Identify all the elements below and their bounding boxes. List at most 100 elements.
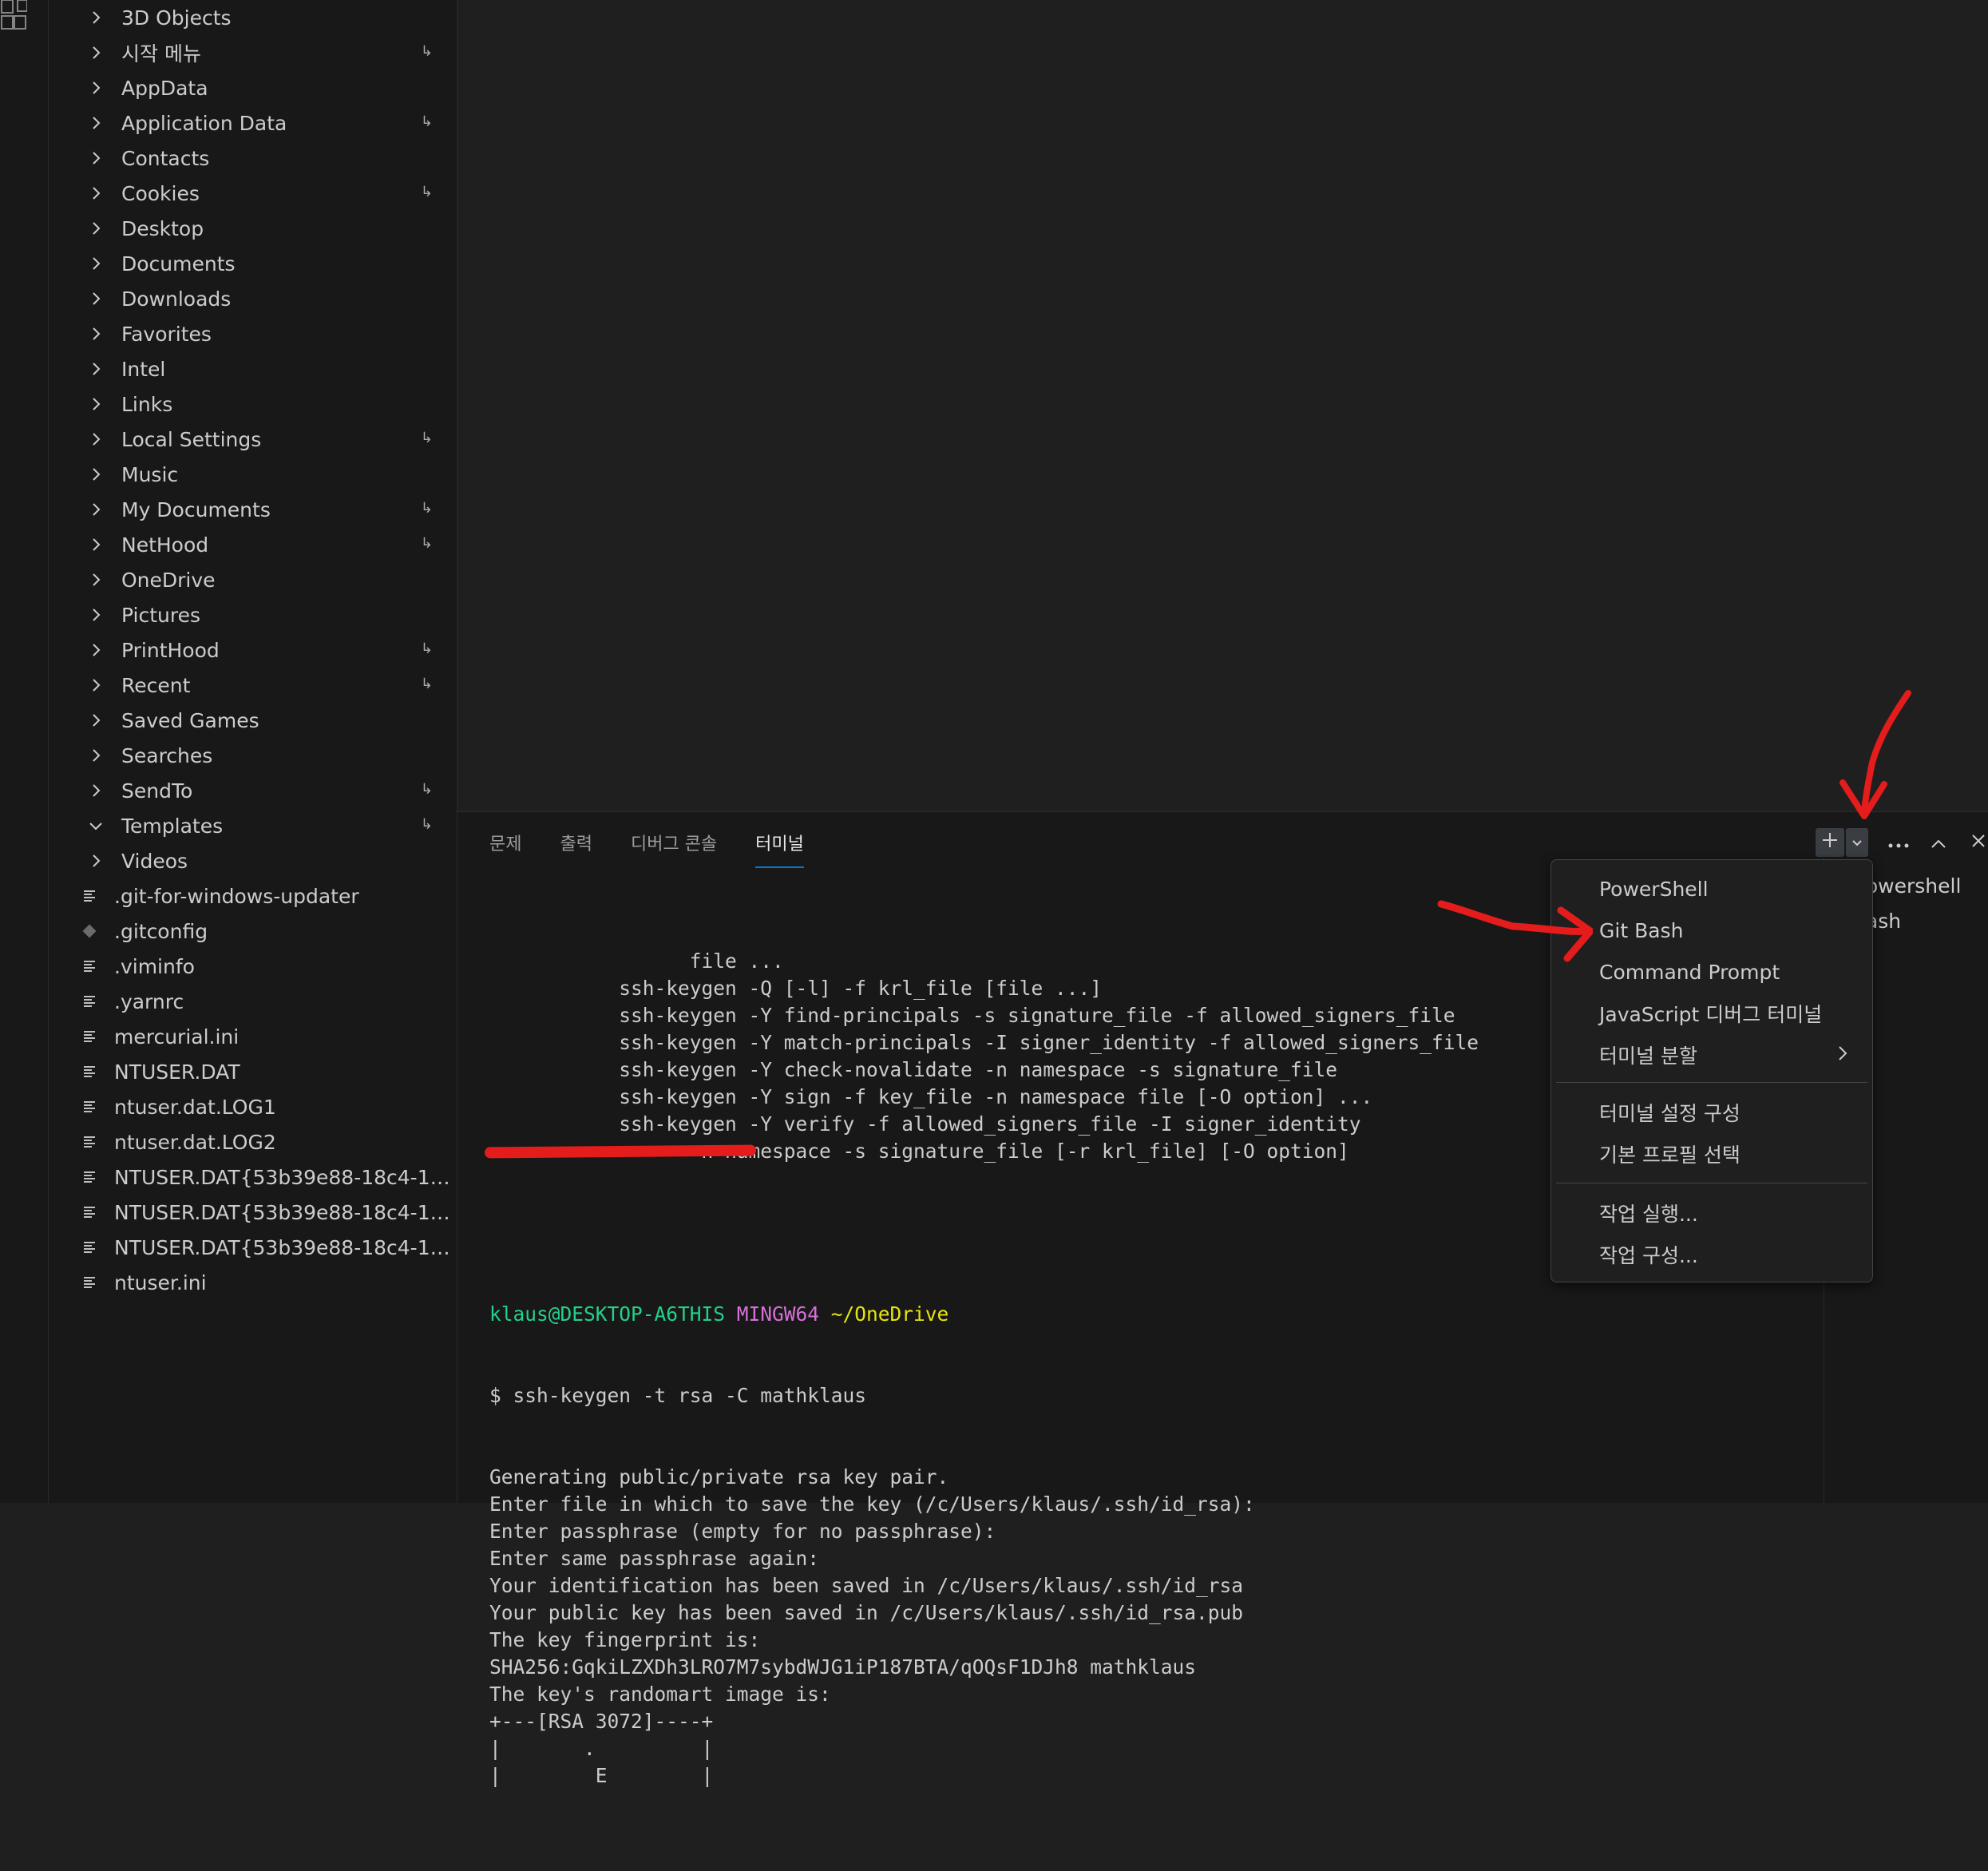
file-label: .yarnrc bbox=[114, 989, 184, 1013]
folder-item[interactable]: Recent ↳ bbox=[49, 668, 457, 703]
menu-item-select-default-profile[interactable]: 기본 프로필 선택 bbox=[1599, 1136, 1848, 1171]
chevron-right-icon bbox=[78, 782, 113, 799]
file-item[interactable]: mercurial.ini bbox=[49, 1019, 457, 1054]
folder-item[interactable]: Templates ↳ bbox=[49, 808, 457, 843]
folder-item[interactable]: Desktop bbox=[49, 211, 457, 246]
terminal-line: The key fingerprint is: bbox=[489, 1628, 761, 1651]
symlink-icon: ↳ bbox=[420, 535, 433, 552]
folder-item[interactable]: Searches bbox=[49, 738, 457, 773]
menu-item-split-terminal[interactable]: 터미널 분할 bbox=[1599, 1037, 1848, 1072]
symlink-icon: ↳ bbox=[420, 43, 433, 60]
terminal-command: $ ssh-keygen -t rsa -C mathklaus bbox=[489, 1384, 867, 1407]
file-item[interactable]: NTUSER.DAT{53b39e88-18c4-11ea-a... bbox=[49, 1230, 457, 1265]
extensions-icon[interactable] bbox=[0, 0, 28, 32]
symlink-icon: ↳ bbox=[420, 816, 433, 833]
folder-item[interactable]: Videos bbox=[49, 843, 457, 878]
folder-label: Cookies bbox=[121, 181, 200, 205]
file-label: mercurial.ini bbox=[114, 1025, 240, 1048]
folder-item[interactable]: Local Settings ↳ bbox=[49, 422, 457, 457]
new-terminal-button[interactable] bbox=[1816, 828, 1844, 857]
panel-tab[interactable]: 출력 bbox=[560, 830, 592, 868]
folder-label: Recent bbox=[121, 673, 191, 697]
file-label: ntuser.dat.LOG1 bbox=[114, 1095, 276, 1119]
more-actions-button[interactable] bbox=[1884, 828, 1913, 857]
folder-item[interactable]: Favorites bbox=[49, 316, 457, 351]
panel-tab[interactable]: 디버그 콘솔 bbox=[631, 830, 717, 868]
file-label: .viminfo bbox=[114, 954, 195, 978]
git-file-icon bbox=[77, 923, 101, 939]
folder-item[interactable]: Contacts bbox=[49, 141, 457, 176]
folder-item[interactable]: Links bbox=[49, 386, 457, 422]
file-item[interactable]: NTUSER.DAT bbox=[49, 1054, 457, 1089]
close-panel-button[interactable] bbox=[1964, 828, 1988, 857]
close-icon bbox=[1970, 830, 1986, 854]
menu-item-git-bash[interactable]: Git Bash bbox=[1599, 913, 1848, 948]
menu-item-js-debug-terminal[interactable]: JavaScript 디버그 터미널 bbox=[1599, 996, 1848, 1031]
menu-separator bbox=[1556, 1082, 1867, 1083]
file-item[interactable]: ntuser.dat.LOG2 bbox=[49, 1124, 457, 1159]
symlink-icon: ↳ bbox=[420, 113, 433, 130]
terminal-line: Enter same passphrase again: bbox=[489, 1547, 820, 1570]
terminal-line: Generating public/private rsa key pair. bbox=[489, 1465, 949, 1488]
folder-item[interactable]: NetHood ↳ bbox=[49, 527, 457, 562]
symlink-icon: ↳ bbox=[420, 500, 433, 517]
chevron-right-icon bbox=[78, 747, 113, 764]
folder-item[interactable]: Saved Games bbox=[49, 703, 457, 738]
folder-item[interactable]: Intel bbox=[49, 351, 457, 386]
file-item[interactable]: ntuser.dat.LOG1 bbox=[49, 1089, 457, 1124]
panel-tabs: 문제 출력 디버그 콘솔 터미널 bbox=[489, 830, 842, 868]
folder-item[interactable]: PrintHood ↳ bbox=[49, 632, 457, 668]
prompt-shell: MINGW64 bbox=[736, 1302, 820, 1326]
folder-label: Saved Games bbox=[121, 708, 259, 732]
folder-item[interactable]: 시작 메뉴 ↳ bbox=[49, 35, 457, 70]
folder-label: Favorites bbox=[121, 322, 212, 346]
folder-item[interactable]: SendTo ↳ bbox=[49, 773, 457, 808]
menu-item-command-prompt[interactable]: Command Prompt bbox=[1599, 954, 1848, 989]
chevron-right-icon bbox=[78, 184, 113, 202]
menu-item-configure-terminal-settings[interactable]: 터미널 설정 구성 bbox=[1599, 1095, 1848, 1130]
editor-area bbox=[457, 0, 1988, 811]
menu-item-run-task[interactable]: 작업 실행... bbox=[1599, 1195, 1848, 1231]
menu-item-powershell[interactable]: PowerShell bbox=[1599, 871, 1848, 906]
folder-label: My Documents bbox=[121, 497, 271, 521]
launch-profile-dropdown-button[interactable] bbox=[1846, 828, 1868, 857]
chevron-right-icon bbox=[78, 395, 113, 413]
folder-item[interactable]: Music bbox=[49, 457, 457, 492]
panel-tab[interactable]: 문제 bbox=[489, 830, 521, 868]
menu-item-configure-tasks[interactable]: 작업 구성... bbox=[1599, 1237, 1848, 1272]
file-item[interactable]: ntuser.ini bbox=[49, 1265, 457, 1300]
ellipsis-icon bbox=[1888, 830, 1909, 854]
text-file-icon bbox=[77, 1134, 101, 1150]
prompt-user-host: klaus@DESKTOP-A6THIS bbox=[489, 1302, 737, 1326]
text-file-icon bbox=[77, 958, 101, 974]
terminal-line: | E | bbox=[489, 1764, 714, 1787]
file-label: .git-for-windows-updater bbox=[114, 884, 359, 908]
terminal-line: Your identification has been saved in /c… bbox=[489, 1574, 1244, 1597]
folder-item[interactable]: Pictures bbox=[49, 597, 457, 632]
folder-item[interactable]: OneDrive bbox=[49, 562, 457, 597]
file-item[interactable]: NTUSER.DAT{53b39e88-18c4-11ea-a... bbox=[49, 1195, 457, 1230]
chevron-right-icon bbox=[78, 571, 113, 589]
folder-item[interactable]: Documents bbox=[49, 246, 457, 281]
folder-item[interactable]: My Documents ↳ bbox=[49, 492, 457, 527]
text-file-icon bbox=[77, 1029, 101, 1045]
panel-tab[interactable]: 터미널 bbox=[755, 830, 804, 868]
folder-item[interactable]: Downloads bbox=[49, 281, 457, 316]
file-item[interactable]: .gitconfig bbox=[49, 914, 457, 949]
file-item[interactable]: .git-for-windows-updater bbox=[49, 878, 457, 914]
file-item[interactable]: NTUSER.DAT{53b39e88-18c4-11ea-a... bbox=[49, 1159, 457, 1195]
file-label: NTUSER.DAT bbox=[114, 1060, 240, 1084]
maximize-panel-button[interactable] bbox=[1924, 828, 1953, 857]
file-label: .gitconfig bbox=[114, 919, 208, 943]
text-file-icon bbox=[77, 888, 101, 904]
folder-item[interactable]: AppData bbox=[49, 70, 457, 105]
folder-label: Videos bbox=[121, 849, 188, 873]
symlink-icon: ↳ bbox=[420, 676, 433, 692]
chevron-down-icon bbox=[78, 817, 113, 834]
folder-item[interactable]: Application Data ↳ bbox=[49, 105, 457, 141]
file-item[interactable]: .viminfo bbox=[49, 949, 457, 984]
folder-item[interactable]: 3D Objects bbox=[49, 0, 457, 35]
folder-item[interactable]: Cookies ↳ bbox=[49, 176, 457, 211]
file-item[interactable]: .yarnrc bbox=[49, 984, 457, 1019]
folder-label: Intel bbox=[121, 357, 166, 381]
